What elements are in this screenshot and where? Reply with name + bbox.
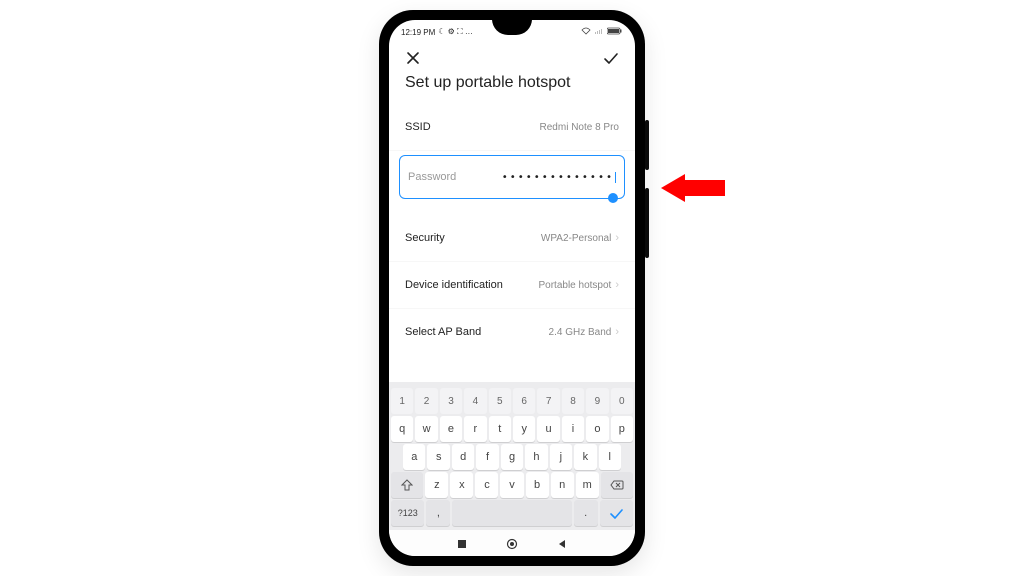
key-m[interactable]: m: [576, 472, 599, 498]
key-a[interactable]: a: [403, 444, 425, 470]
password-label: Password: [408, 171, 456, 183]
chevron-right-icon: ›: [615, 326, 619, 338]
ap-band-row[interactable]: Select AP Band 2.4 GHz Band›: [389, 309, 635, 355]
ssid-value: Redmi Note 8 Pro: [540, 122, 619, 133]
space-key[interactable]: [452, 500, 571, 526]
key-p[interactable]: p: [611, 416, 633, 442]
side-button-2: [645, 188, 649, 258]
nav-recent-icon[interactable]: [456, 537, 468, 549]
key-k[interactable]: k: [574, 444, 596, 470]
chevron-right-icon: ›: [615, 232, 619, 244]
key-o[interactable]: o: [586, 416, 608, 442]
comma-key[interactable]: ,: [426, 500, 450, 526]
key-b[interactable]: b: [526, 472, 549, 498]
key-u[interactable]: u: [537, 416, 559, 442]
ap-band-value: 2.4 GHz Band: [549, 327, 612, 338]
key-g[interactable]: g: [501, 444, 523, 470]
nav-bar: [389, 530, 635, 556]
key-4[interactable]: 4: [464, 388, 486, 414]
nav-home-icon[interactable]: [506, 537, 518, 549]
key-0[interactable]: 0: [611, 388, 633, 414]
key-9[interactable]: 9: [586, 388, 608, 414]
side-button-1: [645, 120, 649, 170]
key-3[interactable]: 3: [440, 388, 462, 414]
backspace-key[interactable]: [601, 472, 633, 498]
key-row-1: qwertyuiop: [391, 416, 633, 442]
device-id-label: Device identification: [405, 279, 503, 291]
key-f[interactable]: f: [476, 444, 498, 470]
status-time: 12:19 PM: [401, 28, 435, 37]
key-r[interactable]: r: [464, 416, 486, 442]
key-7[interactable]: 7: [537, 388, 559, 414]
key-l[interactable]: l: [599, 444, 621, 470]
key-row-num: 1234567890: [391, 388, 633, 414]
security-row[interactable]: Security WPA2-Personal ›: [389, 215, 635, 262]
key-w[interactable]: w: [415, 416, 437, 442]
phone-frame: 12:19 PM ☾ ⚙ ⛶ …: [379, 10, 645, 566]
key-row-2: asdfghjkl: [391, 444, 633, 470]
symbols-key[interactable]: ?123: [391, 500, 424, 526]
wifi-icon: [581, 27, 591, 37]
key-s[interactable]: s: [427, 444, 449, 470]
key-x[interactable]: x: [450, 472, 473, 498]
close-icon[interactable]: [403, 48, 423, 68]
password-value: ••••••••••••••: [502, 172, 616, 183]
key-1[interactable]: 1: [391, 388, 413, 414]
key-n[interactable]: n: [551, 472, 574, 498]
enter-key[interactable]: [600, 500, 633, 526]
confirm-icon[interactable]: [601, 48, 621, 68]
key-h[interactable]: h: [525, 444, 547, 470]
key-row-3: zxcvbnm: [391, 472, 633, 498]
shift-key[interactable]: [391, 472, 423, 498]
signal-icon: [594, 27, 604, 37]
status-icons-left: ☾ ⚙ ⛶ …: [438, 27, 473, 37]
keyboard: 1234567890 qwertyuiop asdfghjkl zxcvbnm …: [389, 382, 635, 530]
key-2[interactable]: 2: [415, 388, 437, 414]
key-v[interactable]: v: [500, 472, 523, 498]
nav-back-icon[interactable]: [556, 537, 568, 549]
password-row[interactable]: Password ••••••••••••••: [399, 155, 625, 199]
ap-band-label: Select AP Band: [405, 326, 481, 338]
key-q[interactable]: q: [391, 416, 413, 442]
device-id-row[interactable]: Device identification Portable hotspot›: [389, 262, 635, 309]
annotation-arrow: [661, 174, 725, 202]
period-key[interactable]: .: [574, 500, 598, 526]
security-value: WPA2-Personal: [541, 233, 611, 244]
key-j[interactable]: j: [550, 444, 572, 470]
security-label: Security: [405, 232, 445, 244]
key-6[interactable]: 6: [513, 388, 535, 414]
key-8[interactable]: 8: [562, 388, 584, 414]
ssid-row[interactable]: SSID Redmi Note 8 Pro: [389, 104, 635, 151]
spacer: [389, 199, 635, 215]
device-id-value: Portable hotspot: [539, 280, 612, 291]
key-e[interactable]: e: [440, 416, 462, 442]
page-title: Set up portable hotspot: [389, 68, 635, 104]
key-i[interactable]: i: [562, 416, 584, 442]
screen: 12:19 PM ☾ ⚙ ⛶ …: [389, 20, 635, 556]
key-row-4: ?123 , .: [391, 500, 633, 526]
text-cursor-handle[interactable]: [608, 193, 618, 203]
key-y[interactable]: y: [513, 416, 535, 442]
chevron-right-icon: ›: [615, 279, 619, 291]
key-5[interactable]: 5: [489, 388, 511, 414]
key-z[interactable]: z: [425, 472, 448, 498]
battery-icon: [607, 27, 623, 37]
title-row: [389, 42, 635, 68]
ssid-label: SSID: [405, 121, 431, 133]
key-d[interactable]: d: [452, 444, 474, 470]
key-c[interactable]: c: [475, 472, 498, 498]
key-t[interactable]: t: [489, 416, 511, 442]
